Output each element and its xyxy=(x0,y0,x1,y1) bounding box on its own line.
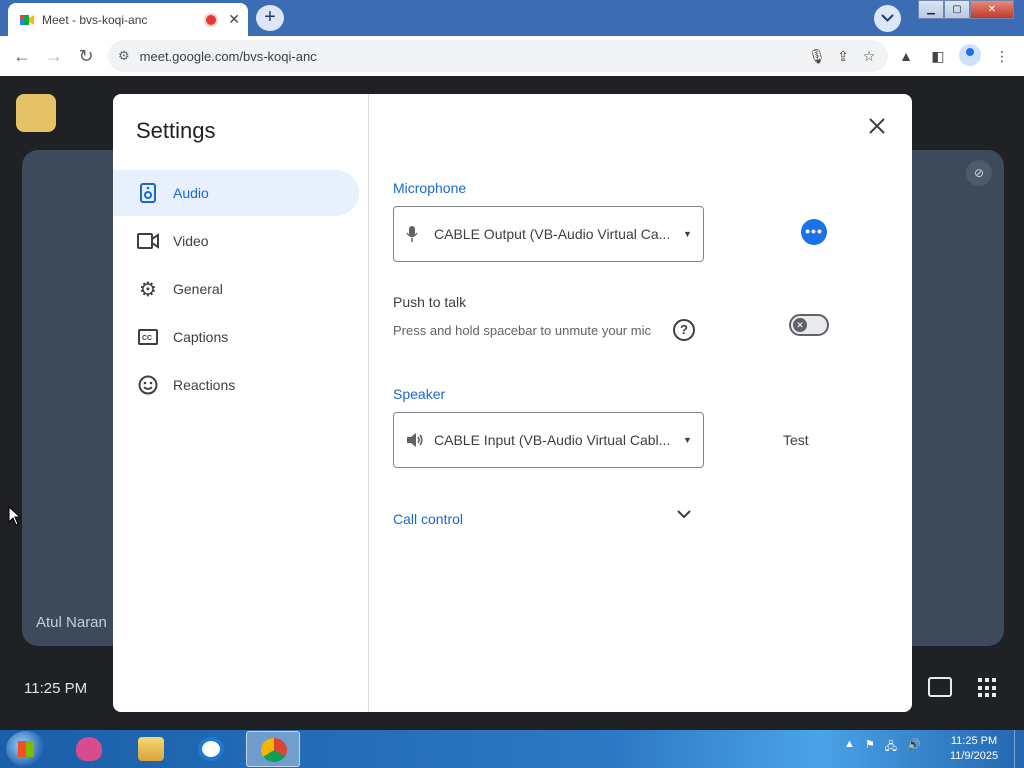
microphone-permission-icon[interactable]: 🎙 xyxy=(806,48,828,65)
back-icon[interactable]: ← xyxy=(6,40,38,72)
new-tab-button[interactable]: + xyxy=(256,5,284,31)
profile-avatar[interactable] xyxy=(957,43,983,69)
meeting-clock: 11:25 PM xyxy=(24,680,88,697)
taskbar-chrome[interactable] xyxy=(246,731,300,767)
chevron-down-icon xyxy=(881,14,894,22)
microphone-select[interactable]: CABLE Output (VB-Audio Virtual Ca... ▼ xyxy=(393,206,704,262)
nav-label-reactions: Reactions xyxy=(173,377,236,393)
taskbar-clock[interactable]: 11:25 PM 11/9/2025 xyxy=(940,734,1008,764)
window-controls: ▁ ▢ ✕ xyxy=(918,0,1014,19)
meet-favicon-icon xyxy=(20,14,34,25)
network-icon[interactable]: 🖧 xyxy=(885,738,897,757)
dropdown-caret-icon: ▼ xyxy=(683,435,692,445)
gear-icon: ⚙ xyxy=(139,278,157,301)
taskbar-app-1[interactable] xyxy=(62,731,116,767)
nav-label-captions: Captions xyxy=(173,329,229,345)
close-icon[interactable] xyxy=(865,114,889,138)
browser-menu-icon[interactable]: ⋮ xyxy=(989,48,1015,65)
mouse-cursor-icon xyxy=(8,506,20,526)
captions-icon: CC xyxy=(137,326,159,348)
tab-close-icon[interactable]: ✕ xyxy=(228,11,240,28)
start-button[interactable] xyxy=(6,731,46,767)
nav-item-video[interactable]: Video xyxy=(113,218,359,264)
nav-item-audio[interactable]: Audio xyxy=(113,170,359,216)
bookmark-star-icon[interactable]: ☆ xyxy=(858,48,880,65)
system-tray: ▲ ⚑ 🖧 🔊 xyxy=(844,738,921,757)
nav-item-captions[interactable]: CC Captions xyxy=(113,314,359,360)
side-panel-icon[interactable]: ◧ xyxy=(925,48,951,65)
tab-search-button[interactable] xyxy=(874,5,901,32)
speaker-value: CABLE Input (VB-Audio Virtual Cabl... xyxy=(434,432,671,448)
sync-app-icon xyxy=(198,737,224,761)
push-to-talk-title: Push to talk xyxy=(393,294,467,310)
taskbar-date: 11/9/2025 xyxy=(949,750,999,762)
show-desktop-button[interactable] xyxy=(1014,730,1024,768)
windows-taskbar: ▲ ⚑ 🖧 🔊 11:25 PM 11/9/2025 xyxy=(0,730,1024,768)
folder-icon xyxy=(138,737,164,761)
speaker-icon xyxy=(137,182,159,204)
volume-icon xyxy=(406,432,426,448)
participant-name: Atul Naran xyxy=(36,614,107,631)
settings-dialog: Settings Audio Video ⚙ General CC Captio… xyxy=(113,94,912,712)
dialog-title: Settings xyxy=(136,118,216,143)
video-camera-icon xyxy=(137,230,159,252)
share-icon[interactable]: ⇪ xyxy=(832,48,854,65)
push-to-talk-toggle[interactable]: ✕ xyxy=(789,314,829,336)
nav-label-video: Video xyxy=(173,233,209,249)
browser-tabstrip: Meet - bvs-koqi-anc ✕ + ▁ ▢ ✕ xyxy=(0,0,1024,36)
speaker-label: Speaker xyxy=(393,386,446,402)
room-info-icon[interactable] xyxy=(16,94,56,132)
tray-flag-icon[interactable]: ⚑ xyxy=(865,738,875,757)
nav-label-general: General xyxy=(173,281,223,297)
microphone-value: CABLE Output (VB-Audio Virtual Ca... xyxy=(434,226,671,242)
taskbar-time: 11:25 PM xyxy=(950,735,998,747)
chat-icon[interactable] xyxy=(928,677,952,697)
dropdown-caret-icon: ▼ xyxy=(683,229,692,239)
help-icon[interactable]: ? xyxy=(673,319,695,341)
browser-tab-meet[interactable]: Meet - bvs-koqi-anc ✕ xyxy=(8,3,248,36)
site-info-icon[interactable]: ⚙ xyxy=(118,48,130,64)
url-text: meet.google.com/bvs-koqi-anc xyxy=(139,48,317,64)
nav-item-general[interactable]: ⚙ General xyxy=(113,266,359,312)
forward-icon[interactable]: → xyxy=(38,40,70,72)
toggle-off-icon: ✕ xyxy=(793,318,807,332)
taskbar-explorer[interactable] xyxy=(124,731,178,767)
settings-nav: Settings Audio Video ⚙ General CC Captio… xyxy=(113,94,369,712)
reload-icon[interactable]: ↻ xyxy=(70,40,102,72)
tab-title: Meet - bvs-koqi-anc xyxy=(42,12,148,27)
activities-grid-icon[interactable] xyxy=(978,678,998,698)
muted-mic-icon: ⊘ xyxy=(966,160,992,186)
tray-expand-icon[interactable]: ▲ xyxy=(844,738,855,757)
svg-text:CC: CC xyxy=(142,335,152,342)
volume-tray-icon[interactable]: 🔊 xyxy=(907,738,921,757)
maximize-button[interactable]: ▢ xyxy=(944,0,970,19)
microphone-icon xyxy=(406,226,426,242)
address-bar[interactable]: ⚙ meet.google.com/bvs-koqi-anc 🎙 ⇪ ☆ xyxy=(108,40,888,72)
speaker-select[interactable]: CABLE Input (VB-Audio Virtual Cabl... ▼ xyxy=(393,412,704,468)
speaker-test-button[interactable]: Test xyxy=(783,432,809,448)
extensions-icon[interactable]: ▲ xyxy=(893,48,919,64)
window-close-button[interactable]: ✕ xyxy=(970,0,1014,19)
nav-label-audio: Audio xyxy=(173,185,209,201)
push-to-talk-description: Press and hold spacebar to unmute your m… xyxy=(393,323,651,338)
call-control-label[interactable]: Call control xyxy=(393,511,463,527)
app-fox-icon xyxy=(76,737,102,761)
microphone-label: Microphone xyxy=(393,180,467,196)
chevron-down-icon[interactable] xyxy=(676,508,692,520)
minimize-button[interactable]: ▁ xyxy=(918,0,944,19)
recording-indicator-icon xyxy=(206,14,217,25)
nav-item-reactions[interactable]: Reactions xyxy=(113,362,359,408)
chrome-icon xyxy=(261,738,287,762)
taskbar-app-sync[interactable] xyxy=(184,731,238,767)
emoji-icon xyxy=(137,374,159,396)
microphone-more-options-button[interactable]: ••• xyxy=(801,219,827,245)
